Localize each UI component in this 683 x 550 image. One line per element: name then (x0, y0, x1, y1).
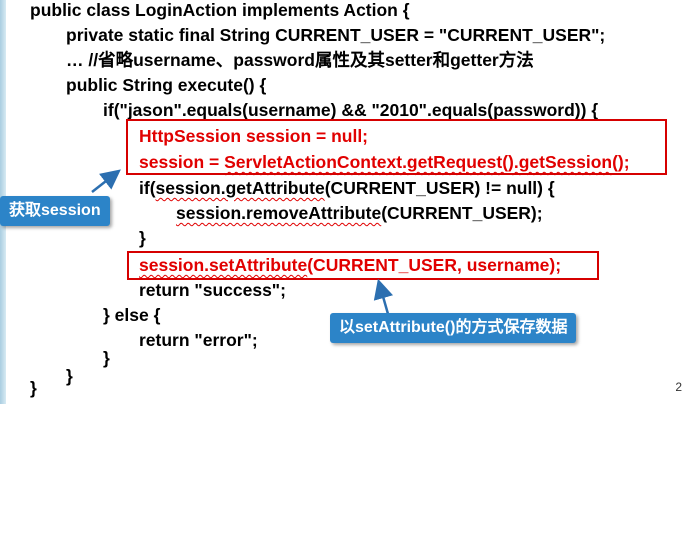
callout-set-attribute: 以setAttribute()的方式保存数据 (330, 313, 577, 343)
arrow-to-set-attribute (373, 278, 394, 315)
callout-get-session: 获取session (0, 196, 110, 226)
arrow-to-get-session (91, 169, 121, 193)
page-number: 2 (675, 380, 682, 394)
